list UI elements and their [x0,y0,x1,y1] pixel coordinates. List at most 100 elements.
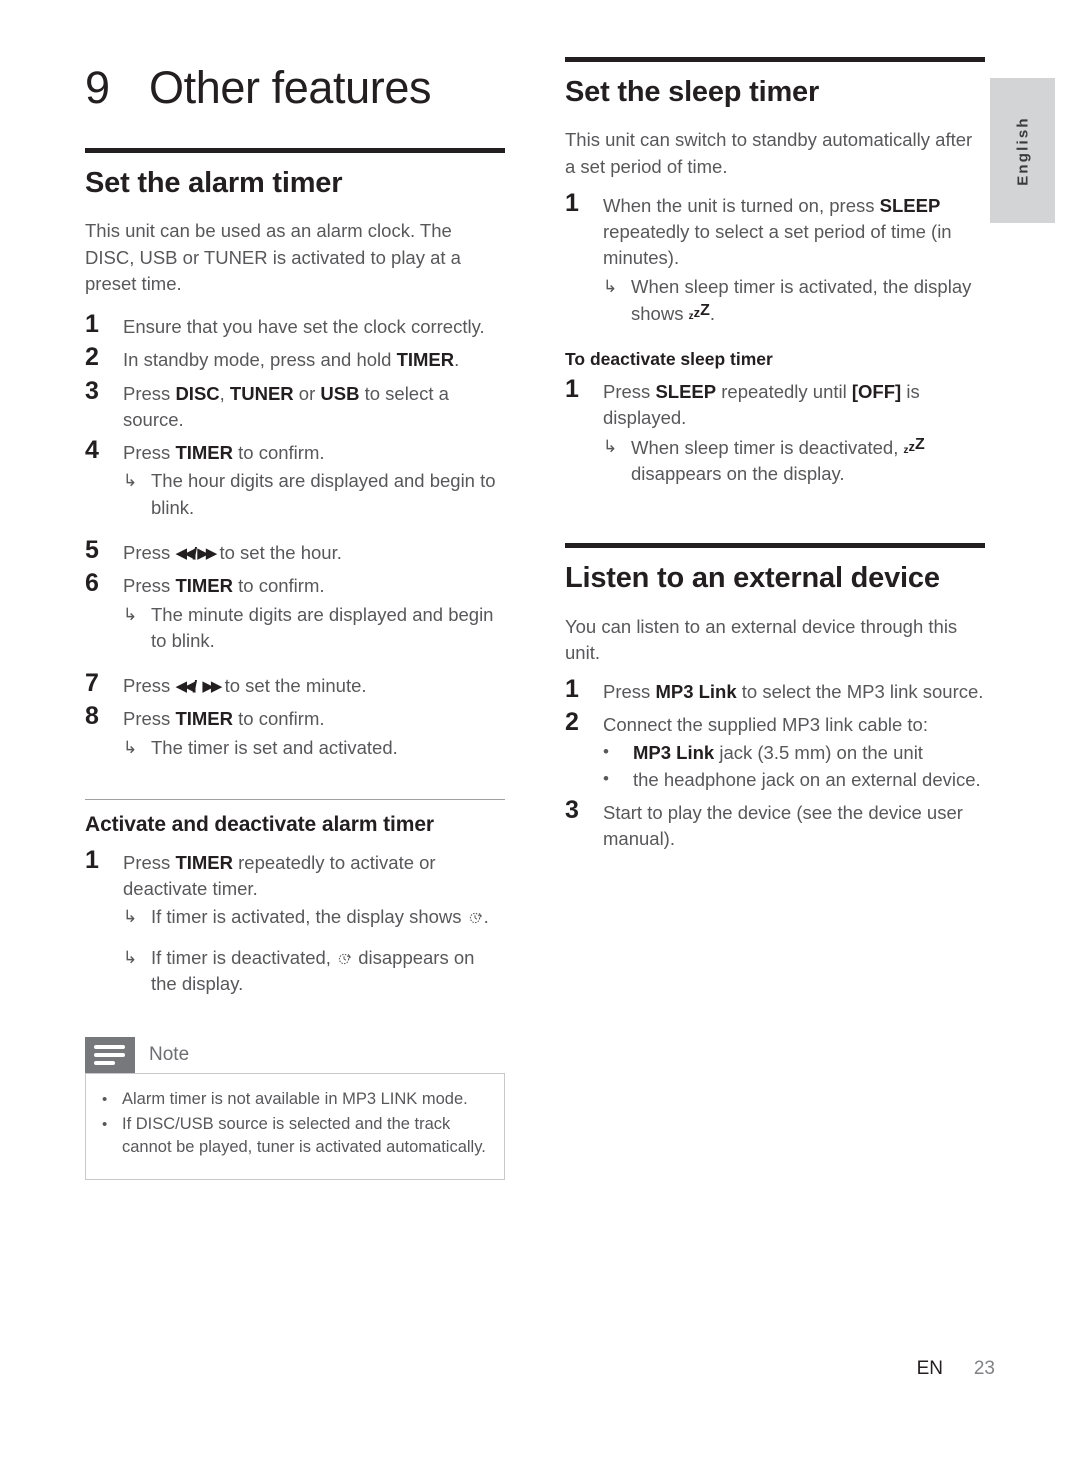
button-name-timer: TIMER [175,851,233,873]
button-name-disc: DISC [175,382,220,404]
step-text-tail: to select the MP3 link source. [736,681,984,703]
result-arrow-icon: ↳ [603,276,618,296]
step-text: Press MP3 Link to select the MP3 link so… [603,676,985,705]
step-text: Press DISC, TUNER or USB to select a sou… [123,378,505,434]
left-column: 9 Other features Set the alarm timer Thi… [85,0,505,1180]
alarm-clock-icon [336,950,353,967]
previous-track-icon: ◀◀ [175,678,195,696]
result-text-tail: . [483,906,489,928]
note-callout: Note • Alarm timer is not available in M… [85,1037,505,1180]
step-item: 2 In standby mode, press and hold TIMER. [85,344,505,373]
step-text-lead: Press [603,681,656,703]
step-text-tail: to confirm. [233,575,325,597]
step-number: 1 [565,675,579,704]
button-name-sleep: SLEEP [879,194,941,216]
note-label: Note [149,1044,190,1066]
button-name-mp3-link: MP3 Link [633,741,715,763]
step-number: 5 [85,536,99,564]
sleep-zzz-icon: zzZ [688,301,710,322]
sleep-zzz-icon: zzZ [903,435,925,456]
step-number: 3 [85,376,99,405]
result-text-lead: When sleep timer is deactivated, [631,436,904,458]
step-text-lead: Press [123,708,176,730]
result-arrow-icon: ↳ [123,737,138,757]
external-intro: You can listen to an external device thr… [565,615,958,663]
subsection-heading-deactivate-sleep: To deactivate sleep timer [565,349,773,370]
step-number: 3 [565,796,579,825]
footer-language-code: EN [916,1358,943,1379]
button-name-tuner: TUNER [229,382,294,404]
step-number: 2 [565,708,579,737]
step-result: ↳ If timer is deactivated, disappears on… [85,945,505,998]
bullet-icon: • [603,768,609,788]
display-value-off: [OFF] [851,381,902,403]
step-number: 7 [85,669,99,698]
step-text: Press ◀◀/ ▶▶ to set the minute. [123,670,505,699]
button-name-sleep: SLEEP [655,381,717,403]
alarm-clock-icon [467,909,484,926]
button-name-usb: USB [320,382,360,404]
button-name-timer: TIMER [175,575,233,597]
note-tab [85,1037,135,1074]
result-text-tail: . [709,302,715,324]
step-item: 1 Ensure that you have set the clock cor… [85,311,505,340]
result-text: When sleep timer is activated, the displ… [631,274,985,328]
step-number: 1 [85,310,99,339]
step-item: 1 Press SLEEP repeatedly until [OFF] is … [565,376,985,432]
right-column: Set the sleep timer This unit can switch… [565,0,985,853]
result-arrow-icon: ↳ [603,436,618,456]
step-number: 1 [565,188,579,217]
step-text: Ensure that you have set the clock corre… [123,311,505,340]
step-item: 3 Press DISC, TUNER or USB to select a s… [85,378,505,434]
step-number: 4 [85,436,99,465]
step-text-mid2: or [293,382,321,404]
sub-bullet-tail: jack (3.5 mm) on the unit [714,741,923,763]
step-text: In standby mode, press and hold TIMER. [123,344,505,373]
next-track-icon: ▶▶ [202,678,222,696]
sub-bullet-item: • MP3 Link jack (3.5 mm) on the unit [565,740,985,766]
step-text-mid: repeatedly until [716,381,852,403]
step-text-tail: to confirm. [233,442,325,464]
step-text-tail: to set the minute. [219,675,367,697]
subsection-heading-activate: Activate and deactivate alarm timer [85,812,434,836]
step-text-lead: Press [123,851,176,873]
bullet-icon: • [603,741,609,761]
step-item: 7 Press ◀◀/ ▶▶ to set the minute. [85,670,505,699]
step-text-lead: In standby mode, press and hold [123,349,397,371]
result-arrow-icon: ↳ [123,471,138,491]
button-name-mp3-link: MP3 Link [655,681,737,703]
sub-bullet-item: • the headphone jack on an external devi… [565,767,985,793]
step-number: 1 [565,375,579,404]
sleep-intro: This unit can switch to standby automati… [565,129,973,177]
language-tab-label: English [1014,115,1031,186]
step-result: ↳ If timer is activated, the display sho… [85,904,505,930]
note-list-item: • If DISC/USB source is selected and the… [102,1113,488,1159]
sub-bullet-text: the headphone jack on an external device… [633,768,981,790]
note-lines-icon [94,1044,125,1066]
next-track-icon: ▶▶ [197,545,217,562]
section-heading-external: Listen to an external device [565,562,940,595]
note-item-text: Alarm timer is not available in MP3 LINK… [122,1090,468,1109]
step-text: Press TIMER to confirm. [123,703,505,732]
step-item: 3 Start to play the device (see the devi… [565,797,985,853]
result-arrow-icon: ↳ [123,947,138,967]
result-text: If timer is deactivated, disappears on t… [151,945,505,998]
step-text-lead: When the unit is turned on, press [603,194,880,216]
step-result: ↳ The minute digits are displayed and be… [85,602,505,655]
chapter-number: 9 [85,62,110,113]
step-number: 2 [85,343,99,372]
step-text: Start to play the device (see the device… [603,802,963,850]
step-text: Press ◀◀/▶▶ to set the hour. [123,537,505,566]
step-result: ↳ When sleep timer is deactivated, zzZ d… [565,434,985,488]
button-name-timer: TIMER [175,442,233,464]
bullet-icon: • [102,1091,108,1109]
step-result: ↳ The hour digits are displayed and begi… [85,468,505,521]
alarm-intro: This unit can be used as an alarm clock.… [85,220,461,294]
note-body: • Alarm timer is not available in MP3 LI… [85,1073,505,1180]
step-text-lead: Press [123,542,176,563]
step-item: 6 Press TIMER to confirm. [85,570,505,599]
step-text-tail: to confirm. [233,708,325,730]
step-text: Press TIMER to confirm. [123,437,505,466]
result-text-lead: If timer is deactivated, [151,946,337,968]
step-text: Press SLEEP repeatedly until [OFF] is di… [603,376,985,432]
